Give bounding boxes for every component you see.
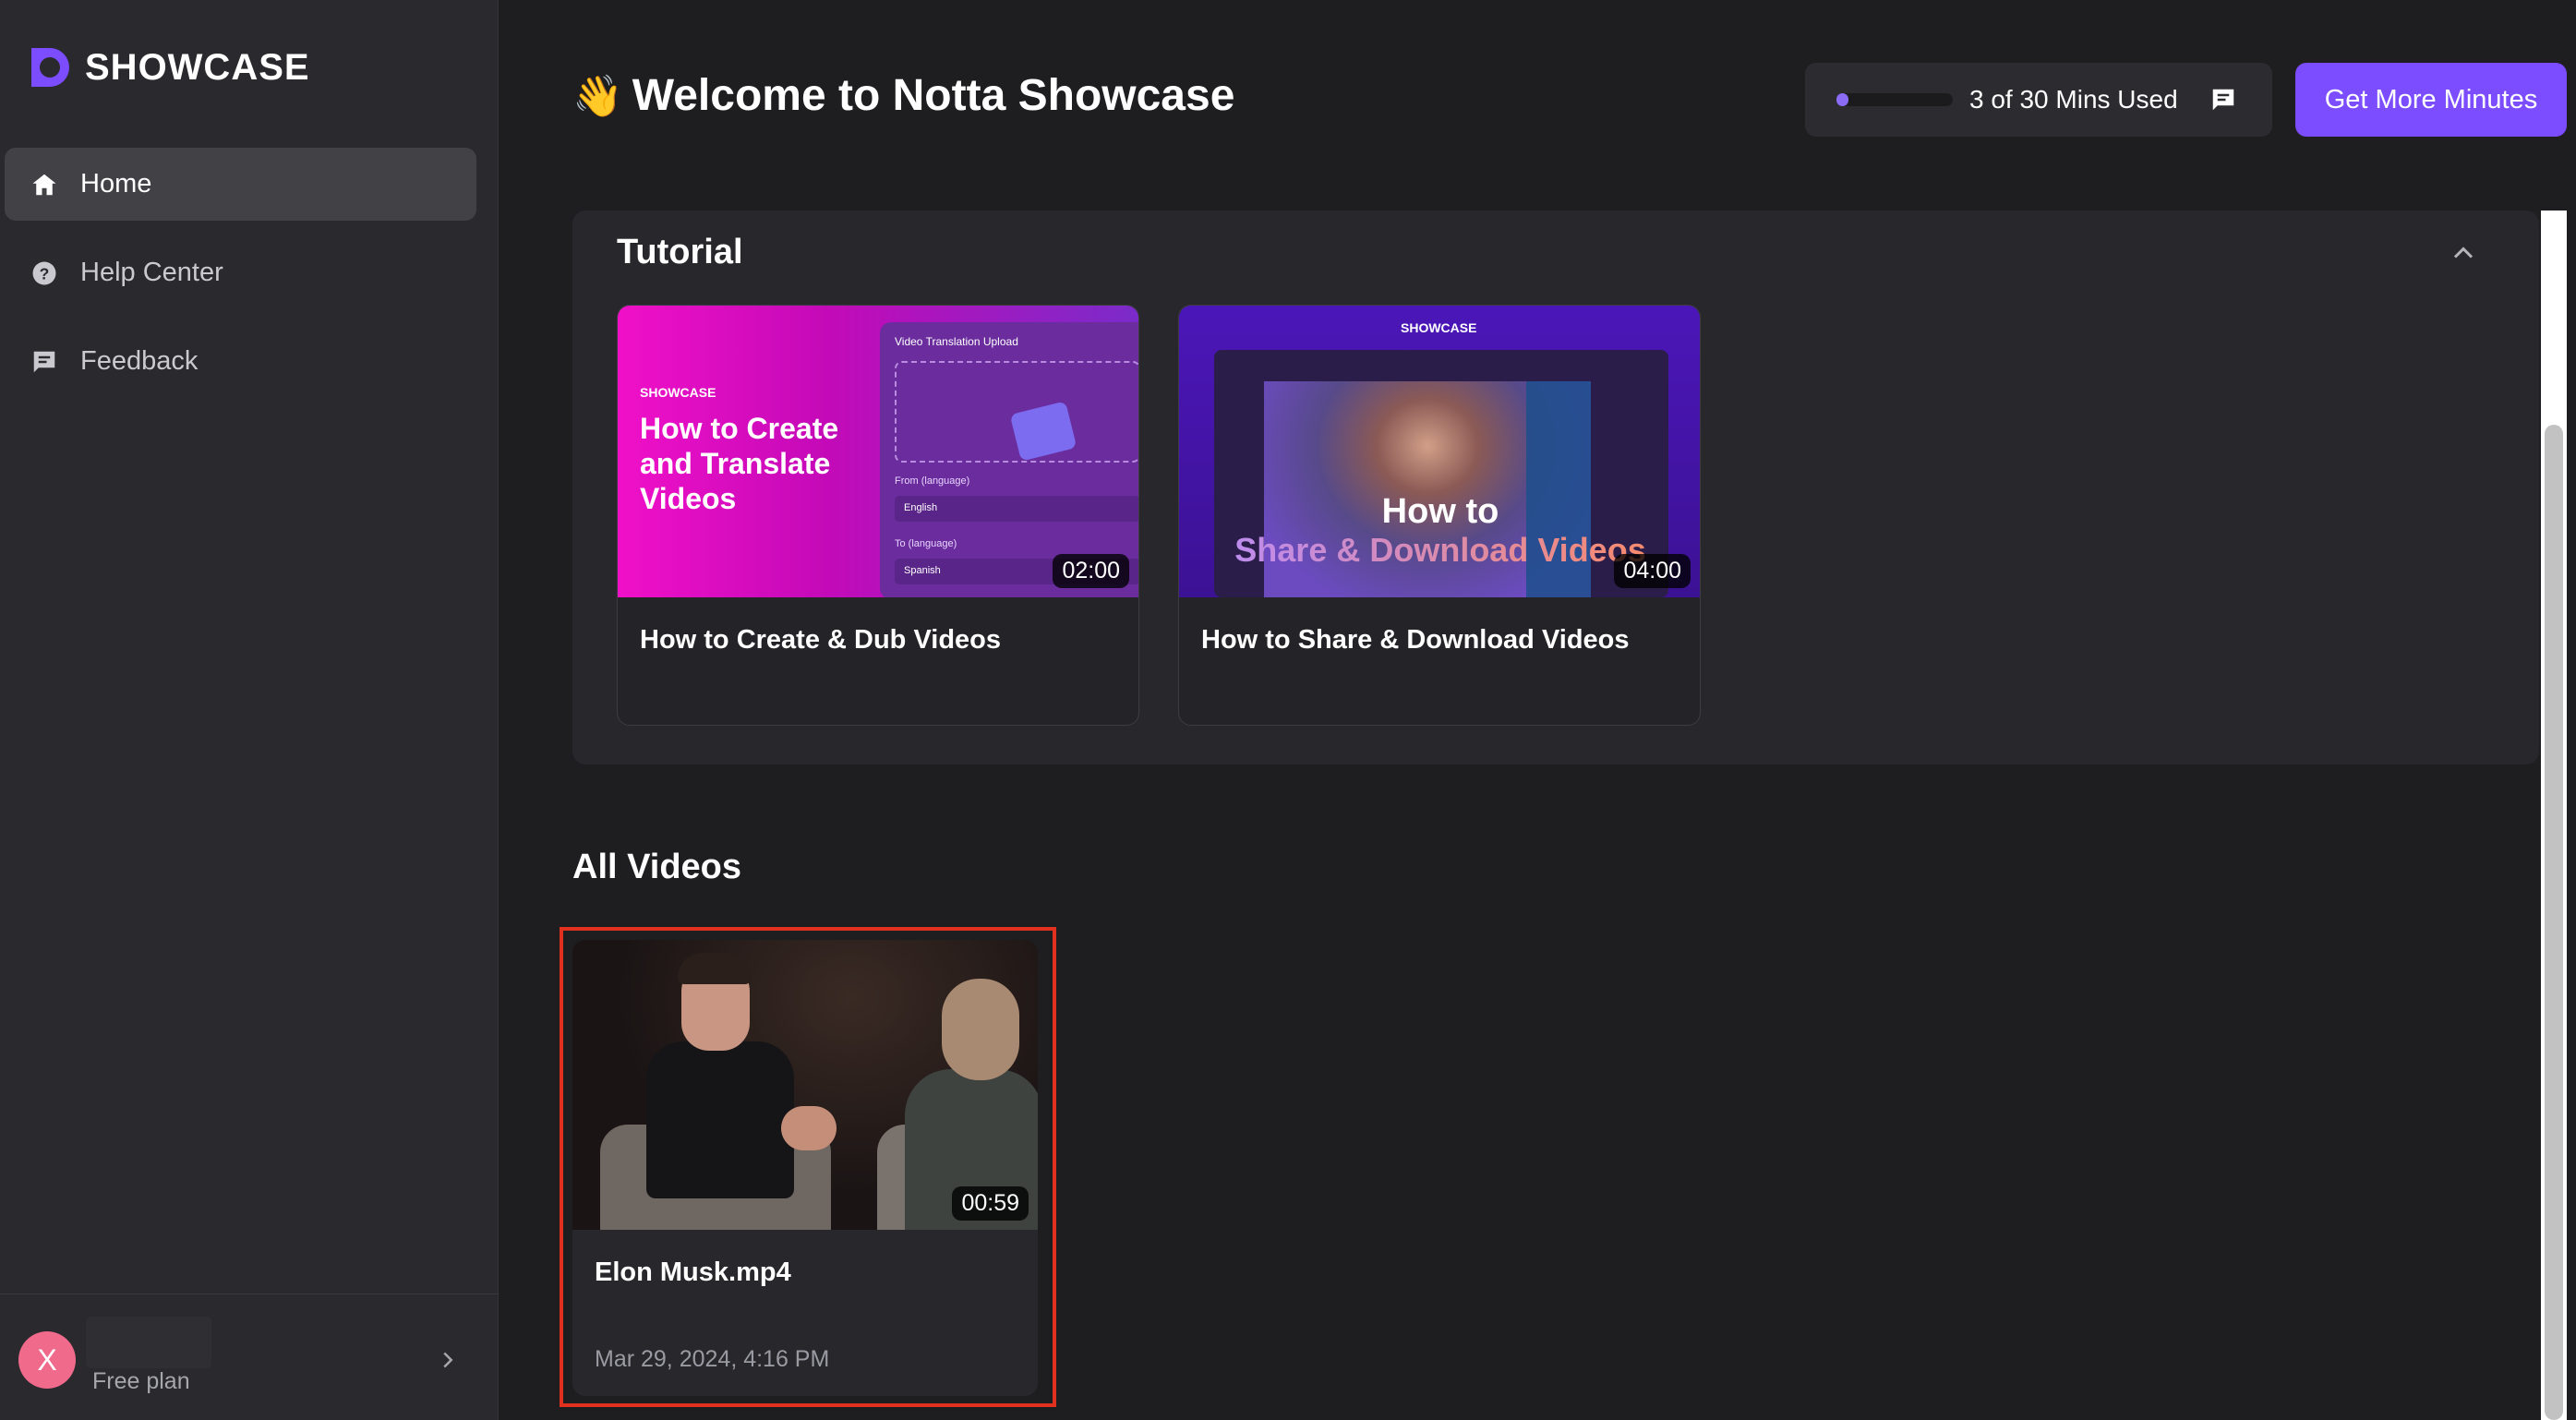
chevron-right-icon[interactable] (434, 1346, 462, 1374)
logo-text: SHOWCASE (85, 46, 310, 88)
thumbnail-line1: How to (1381, 492, 1499, 531)
video-thumbnail: SHOWCASE How to Share & Download Videos … (1179, 306, 1700, 597)
thumbnail-brand: SHOWCASE (640, 385, 716, 400)
video-duration: 02:00 (1053, 554, 1129, 588)
chevron-up-icon[interactable] (2447, 236, 2480, 270)
user-name-redacted (86, 1317, 211, 1368)
sidebar-nav: Home ? Help Center Feedback (5, 148, 476, 414)
usage-progress-bar (1836, 93, 1953, 106)
sidebar-item-home[interactable]: Home (5, 148, 476, 221)
all-videos-title: All Videos (572, 848, 742, 886)
help-circle-icon: ? (29, 258, 60, 289)
usage-progress-fill (1836, 93, 1848, 106)
sidebar-item-label: Feedback (80, 346, 199, 376)
video-title: How to Share & Download Videos (1201, 625, 1630, 655)
avatar[interactable]: X (18, 1331, 76, 1389)
feedback-icon (29, 346, 60, 378)
thumbnail-headline: How to Create and Translate Videos (640, 412, 839, 515)
sidebar-item-label: Help Center (80, 258, 223, 287)
tutorial-section: Tutorial Video Translation Upload From (… (572, 211, 2539, 764)
thumbnail-from-value: English (904, 502, 938, 513)
wave-emoji: 👋 (572, 73, 623, 119)
sidebar-item-feedback[interactable]: Feedback (5, 325, 476, 398)
video-title: How to Create & Dub Videos (640, 625, 1002, 655)
get-more-minutes-button[interactable]: Get More Minutes (2295, 63, 2567, 137)
scrollbar-thumb[interactable] (2545, 425, 2563, 1420)
thumbnail-panel-title: Video Translation Upload (895, 335, 1018, 348)
thumbnail-brand: SHOWCASE (1401, 320, 1477, 335)
message-icon[interactable] (2209, 86, 2237, 114)
home-icon (29, 169, 60, 200)
usage-indicator: 3 of 30 Mins Used (1805, 63, 2272, 137)
svg-text:?: ? (40, 264, 50, 283)
sidebar-item-label: Home (80, 169, 152, 199)
sidebar-item-help-center[interactable]: ? Help Center (5, 236, 476, 309)
thumbnail-to-value: Spanish (904, 565, 941, 576)
showcase-logo-icon (26, 44, 72, 90)
logo[interactable]: SHOWCASE (26, 44, 310, 90)
tutorial-video-card[interactable]: SHOWCASE How to Share & Download Videos … (1178, 305, 1701, 726)
selection-highlight (560, 927, 1056, 1407)
tutorial-title: Tutorial (617, 233, 743, 271)
usage-text: 3 of 30 Mins Used (1969, 85, 2178, 114)
account-menu[interactable]: X Free plan (0, 1294, 499, 1420)
tutorial-video-card[interactable]: Video Translation Upload From (language)… (617, 305, 1139, 726)
sidebar: SHOWCASE Home ? Help Center Feedback X F… (0, 0, 499, 1420)
page-title-text: Welcome to Notta Showcase (632, 71, 1235, 120)
video-thumbnail: Video Translation Upload From (language)… (618, 306, 1138, 597)
video-duration: 04:00 (1614, 554, 1691, 588)
thumbnail-from-label: From (language) (895, 475, 970, 487)
plan-label: Free plan (92, 1368, 190, 1394)
thumbnail-dropzone (895, 361, 1138, 463)
page-title: 👋 Welcome to Notta Showcase (572, 70, 1234, 121)
thumbnail-to-label: To (language) (895, 538, 957, 549)
